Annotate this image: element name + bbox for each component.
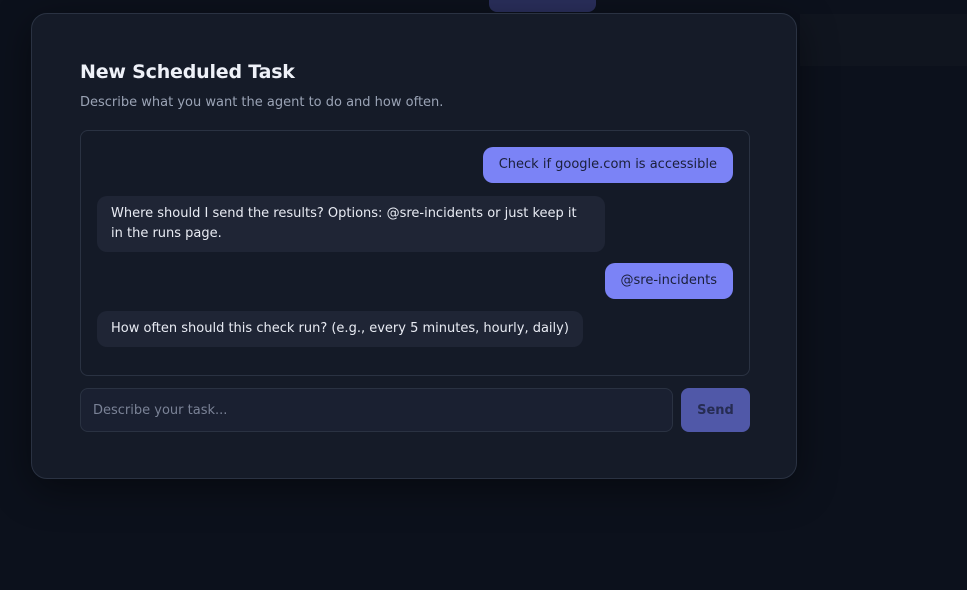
user-message: Check if google.com is accessible xyxy=(482,147,733,183)
background-button xyxy=(489,0,596,12)
agent-message: How often should this check run? (e.g., … xyxy=(97,311,583,347)
send-button[interactable]: Send xyxy=(681,388,750,432)
background-panel xyxy=(800,14,967,66)
agent-message: Where should I send the results? Options… xyxy=(97,196,605,252)
chat-transcript[interactable]: Check if google.com is accessible Where … xyxy=(80,130,750,376)
modal-title: New Scheduled Task xyxy=(80,61,295,83)
task-input[interactable] xyxy=(80,388,673,432)
modal-subtitle: Describe what you want the agent to do a… xyxy=(80,95,444,110)
user-message: @sre-incidents xyxy=(604,263,733,299)
new-task-modal: New Scheduled Task Describe what you wan… xyxy=(31,13,797,479)
